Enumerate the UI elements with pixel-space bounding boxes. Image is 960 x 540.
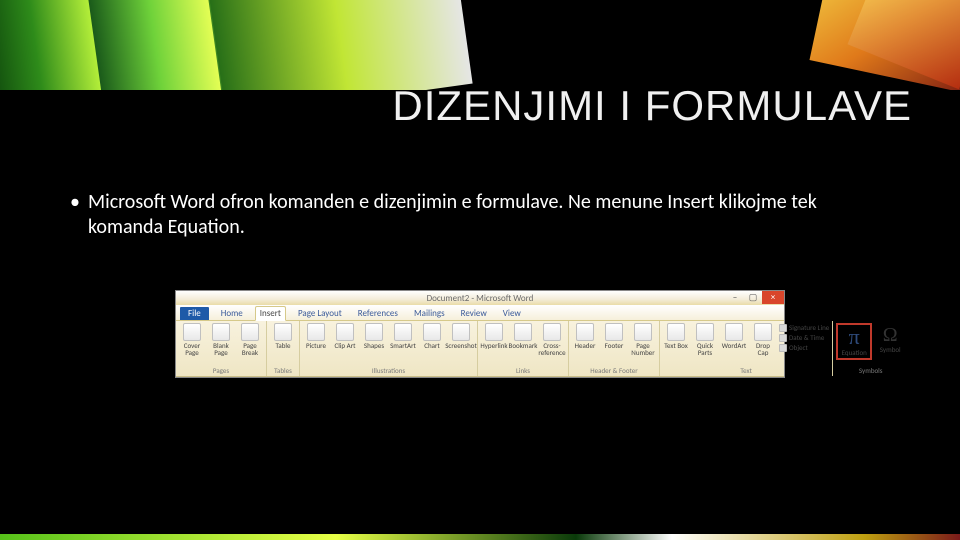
maximize-button[interactable]: ▢ (744, 291, 762, 304)
cover-page-button[interactable]: Cover Page (179, 323, 205, 356)
page-number-icon (634, 323, 652, 341)
group-tables: Table Tables (267, 321, 300, 376)
word-title-text: Document2 - Microsoft Word (427, 293, 534, 304)
close-button[interactable]: × (762, 291, 784, 304)
chart-button[interactable]: Chart (419, 323, 445, 349)
hyperlink-icon (485, 323, 503, 341)
word-ribbon: Cover Page Blank Page Page Break Pages T… (176, 321, 784, 377)
shapes-icon (365, 323, 383, 341)
group-label-hf: Header & Footer (572, 366, 656, 376)
tab-file[interactable]: File (180, 307, 209, 320)
dropcap-button[interactable]: Drop Cap (750, 323, 776, 356)
picture-icon (307, 323, 325, 341)
group-text: Text Box Quick Parts WordArt Drop Cap Si… (660, 321, 833, 376)
bookmark-button[interactable]: Bookmark (510, 323, 536, 349)
footer-button[interactable]: Footer (601, 323, 627, 349)
table-button[interactable]: Table (270, 323, 296, 349)
group-pages: Cover Page Blank Page Page Break Pages (176, 321, 267, 376)
wordart-button[interactable]: WordArt (721, 323, 747, 349)
table-icon (274, 323, 292, 341)
chart-icon (423, 323, 441, 341)
footer-icon (605, 323, 623, 341)
group-symbols: π Equation Ω Symbol Symbols (833, 321, 908, 376)
bookmark-icon (514, 323, 532, 341)
minimize-button[interactable]: – (726, 291, 744, 304)
screenshot-button[interactable]: Screenshot (448, 323, 474, 349)
group-label-symbols: Symbols (836, 366, 905, 376)
omega-icon: Ω (883, 325, 898, 345)
page-number-button[interactable]: Page Number (630, 323, 656, 356)
group-illustrations: Picture Clip Art Shapes SmartArt Chart S… (300, 321, 478, 376)
group-label-links: Links (481, 366, 565, 376)
wordart-icon (725, 323, 743, 341)
shapes-button[interactable]: Shapes (361, 323, 387, 349)
group-header-footer: Header Footer Page Number Header & Foote… (569, 321, 660, 376)
pi-icon: π (849, 326, 860, 348)
page-break-button[interactable]: Page Break (237, 323, 263, 356)
screenshot-icon (452, 323, 470, 341)
word-ribbon-screenshot: Document2 - Microsoft Word – ▢ × File Ho… (175, 290, 785, 378)
signature-line-button[interactable]: Signature Line (779, 323, 829, 332)
object-icon (779, 344, 787, 352)
tab-references[interactable]: References (354, 307, 402, 320)
tab-home[interactable]: Home (217, 307, 247, 320)
group-links: Hyperlink Bookmark Cross-reference Links (478, 321, 569, 376)
textbox-button[interactable]: Text Box (663, 323, 689, 349)
picture-button[interactable]: Picture (303, 323, 329, 349)
word-titlebar: Document2 - Microsoft Word – ▢ × (176, 291, 784, 305)
word-tab-strip: File Home Insert Page Layout References … (176, 305, 784, 321)
dropcap-icon (754, 323, 772, 341)
blank-page-icon (212, 323, 230, 341)
slide-bottom-decoration (0, 534, 960, 540)
clipart-button[interactable]: Clip Art (332, 323, 358, 349)
slide-bullet: Microsoft Word ofron komanden e dizenjim… (88, 190, 890, 240)
crossref-icon (543, 323, 561, 341)
blank-page-button[interactable]: Blank Page (208, 323, 234, 356)
tab-page-layout[interactable]: Page Layout (294, 307, 346, 320)
quick-parts-button[interactable]: Quick Parts (692, 323, 718, 356)
tab-review[interactable]: Review (457, 307, 491, 320)
slide-title: DIZENJIMI I FORMULAVE (392, 82, 912, 130)
equation-button-highlighted[interactable]: π Equation (836, 323, 872, 360)
cover-page-icon (183, 323, 201, 341)
tab-mailings[interactable]: Mailings (410, 307, 449, 320)
header-icon (576, 323, 594, 341)
smartart-button[interactable]: SmartArt (390, 323, 416, 349)
group-label-pages: Pages (179, 366, 263, 376)
object-button[interactable]: Object (779, 343, 829, 352)
group-label-illustrations: Illustrations (303, 366, 474, 376)
header-button[interactable]: Header (572, 323, 598, 349)
group-label-tables: Tables (270, 366, 296, 376)
crossref-button[interactable]: Cross-reference (539, 323, 565, 356)
date-icon (779, 334, 787, 342)
group-label-text: Text (663, 366, 829, 376)
tab-insert[interactable]: Insert (255, 306, 286, 321)
signature-icon (779, 324, 787, 332)
clipart-icon (336, 323, 354, 341)
slide-body: Microsoft Word ofron komanden e dizenjim… (70, 190, 890, 240)
quick-parts-icon (696, 323, 714, 341)
textbox-icon (667, 323, 685, 341)
hyperlink-button[interactable]: Hyperlink (481, 323, 507, 349)
date-time-button[interactable]: Date & Time (779, 333, 829, 342)
symbol-button[interactable]: Ω Symbol (875, 323, 905, 354)
tab-view[interactable]: View (499, 307, 525, 320)
slide-corner-decoration (0, 0, 960, 90)
smartart-icon (394, 323, 412, 341)
page-break-icon (241, 323, 259, 341)
